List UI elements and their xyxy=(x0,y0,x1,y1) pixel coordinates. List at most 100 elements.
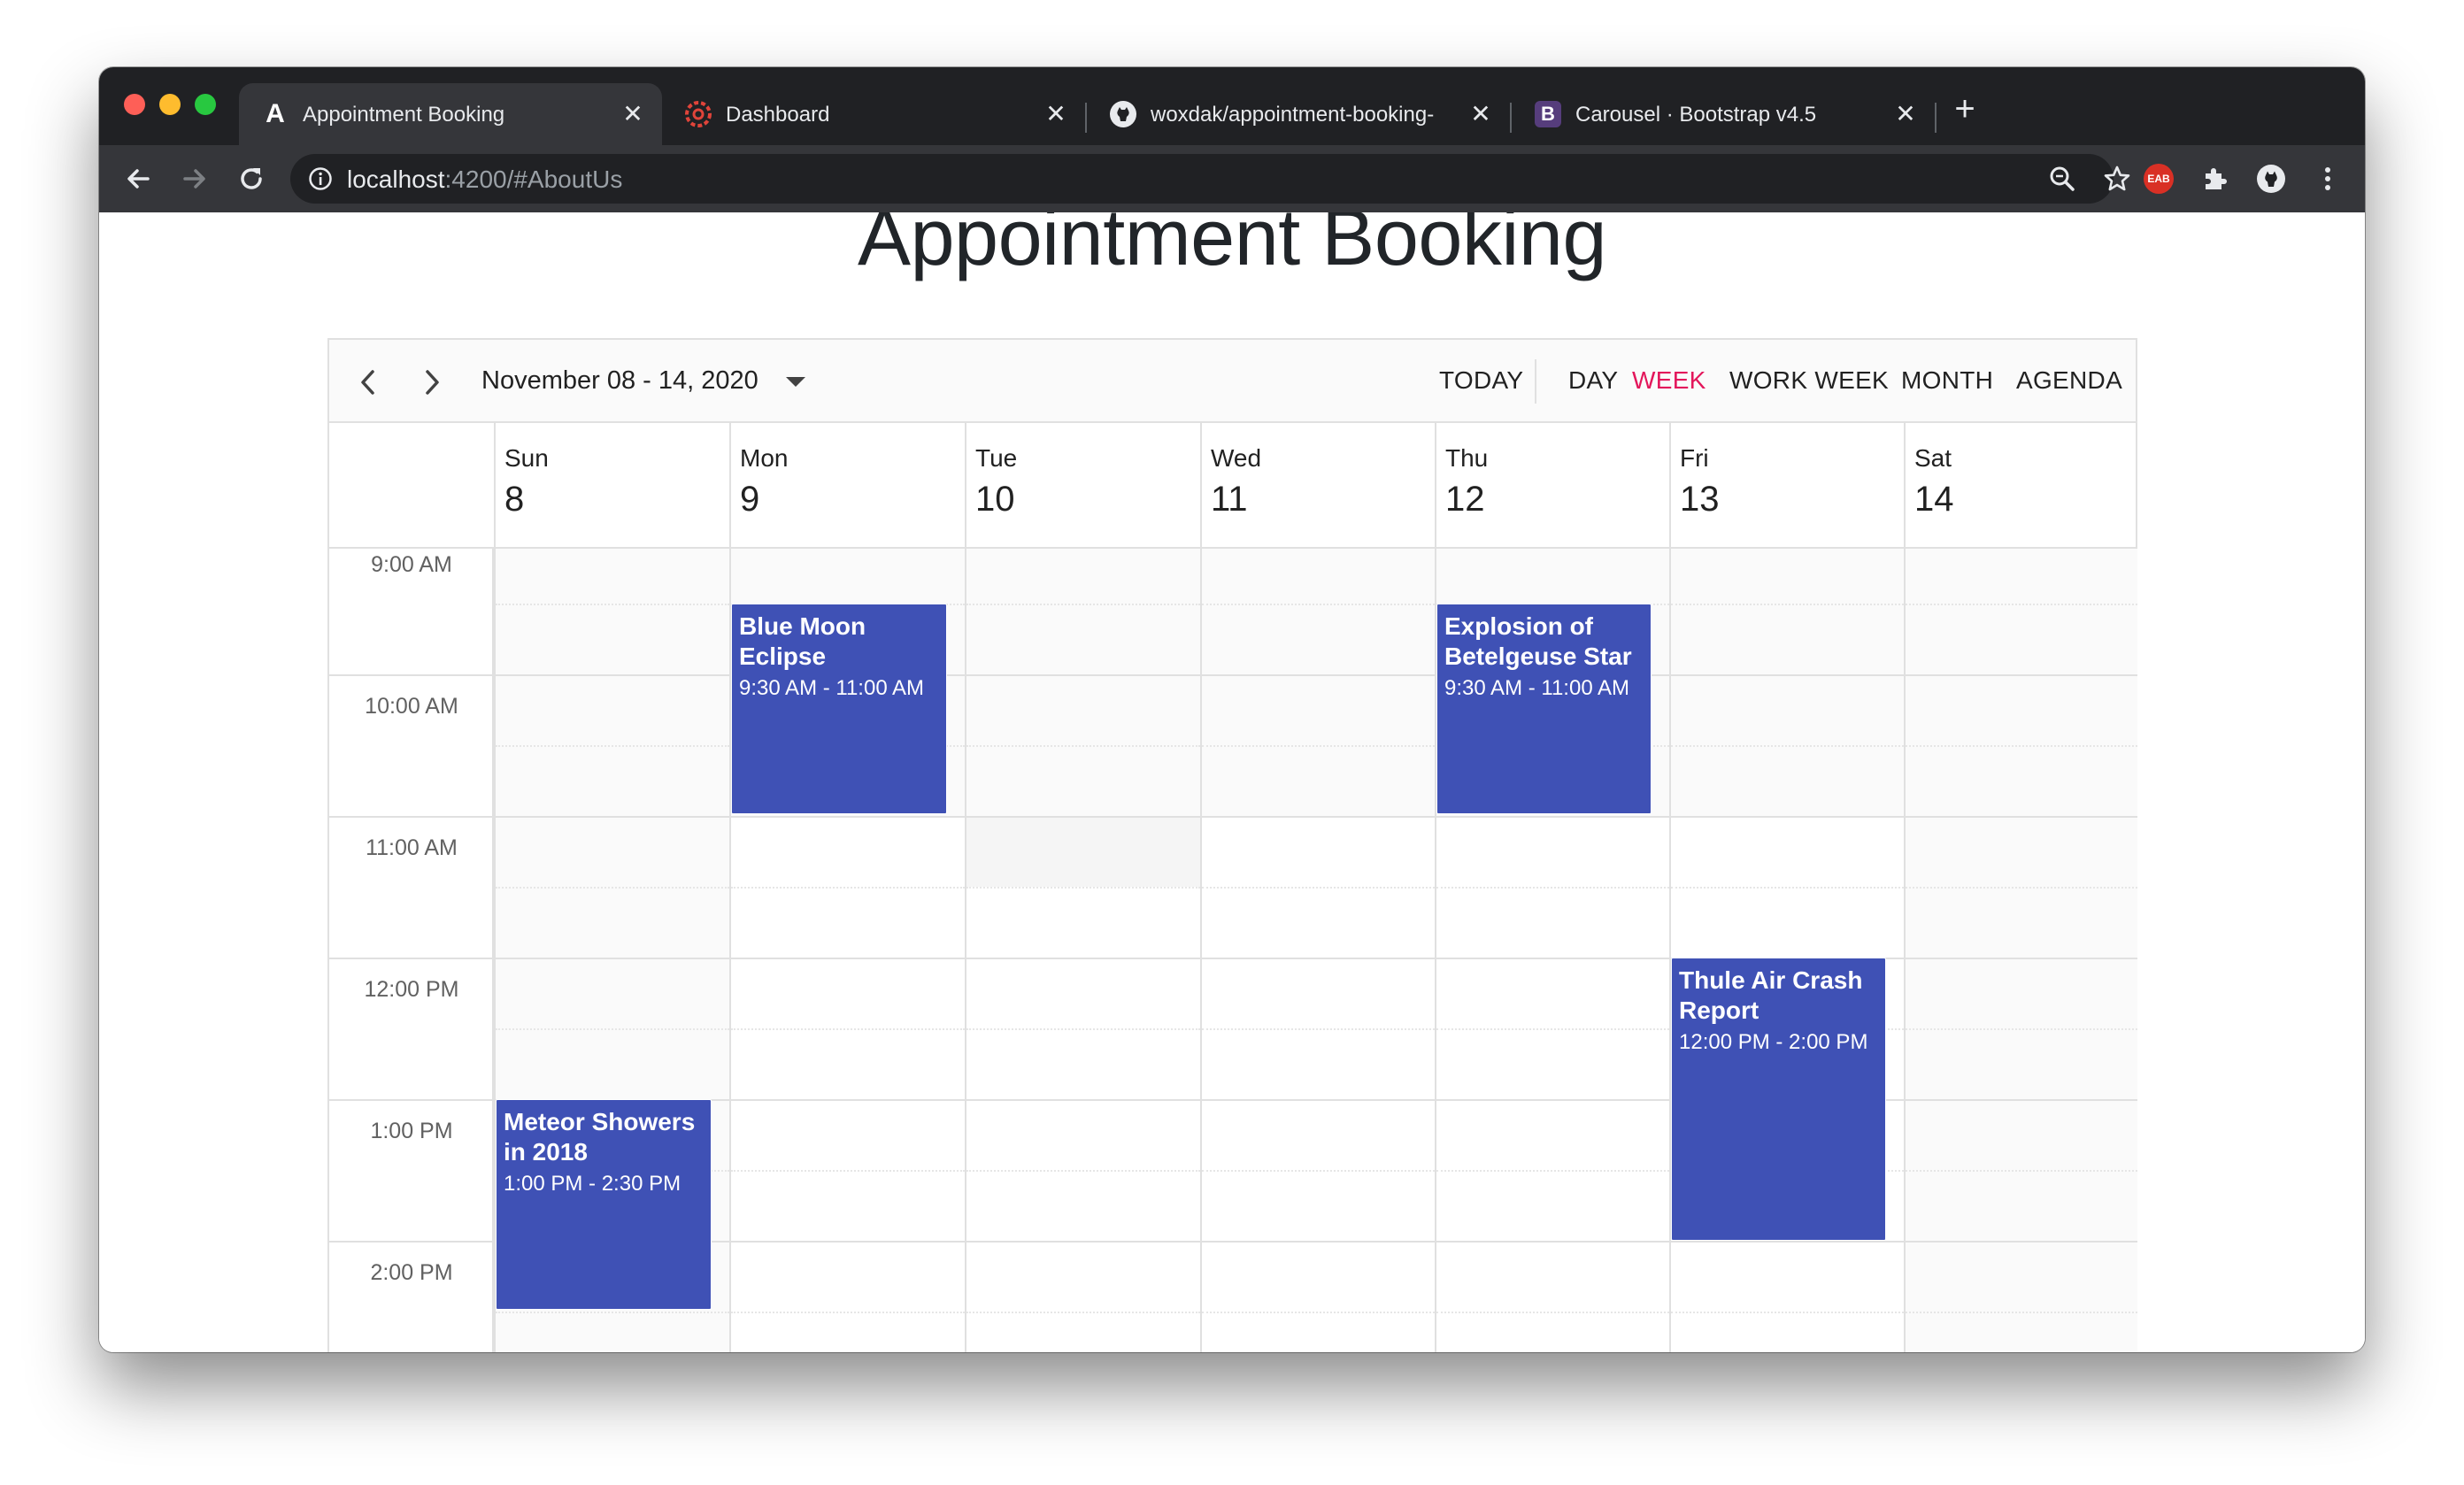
time-label: 12:00 PM xyxy=(364,977,459,1002)
event-thule-air-crash-report[interactable]: Thule Air Crash Report 12:00 PM - 2:00 P… xyxy=(1671,958,1886,1241)
event-title: Meteor Showers in 2018 xyxy=(504,1108,696,1166)
day-column-tue[interactable] xyxy=(965,549,1200,1352)
half-hour-line xyxy=(731,1028,965,1030)
day-name: Sat xyxy=(1914,444,1952,472)
more-menu-icon[interactable] xyxy=(2312,163,2344,195)
hour-line xyxy=(1436,1241,1669,1243)
url-host: localhost xyxy=(347,165,445,193)
close-tab-button[interactable]: ✕ xyxy=(1043,101,1069,127)
url-text[interactable]: localhost:4200/#AboutUs xyxy=(347,165,622,194)
tab-title: Dashboard xyxy=(726,103,830,127)
day-name: Tue xyxy=(975,444,1018,472)
day-column-wed[interactable] xyxy=(1200,549,1435,1352)
day-header-mon[interactable]: Mon 9 xyxy=(729,423,965,547)
day-header-sun[interactable]: Sun 8 xyxy=(494,423,729,547)
hour-line xyxy=(731,1099,965,1101)
tab-separator xyxy=(1935,103,1937,133)
date-range-picker[interactable]: November 08 - 14, 2020 xyxy=(481,366,758,396)
time-label: 1:00 PM xyxy=(370,1119,453,1143)
half-hour-line xyxy=(731,887,965,889)
day-header-wed[interactable]: Wed 11 xyxy=(1200,423,1435,547)
day-header-thu[interactable]: Thu 12 xyxy=(1435,423,1669,547)
address-bar[interactable]: localhost:4200/#AboutUs xyxy=(290,154,2130,204)
day-number[interactable]: 9 xyxy=(740,480,759,519)
minimize-window-button[interactable] xyxy=(159,94,181,115)
tab-dashboard[interactable]: Dashboard ✕ xyxy=(662,83,1085,145)
day-column-sat[interactable] xyxy=(1904,549,2137,1352)
day-view-button[interactable]: DAY xyxy=(1568,366,1618,395)
close-tab-button[interactable]: ✕ xyxy=(620,101,646,127)
month-view-button[interactable]: MONTH xyxy=(1901,366,1993,395)
day-number[interactable]: 11 xyxy=(1211,480,1248,519)
scheduler-toolbar: November 08 - 14, 2020 TODAY DAY WEEK WO… xyxy=(329,340,2136,423)
event-meteor-showers-in-2018[interactable]: Meteor Showers in 2018 1:00 PM - 2:30 PM xyxy=(496,1099,712,1310)
tab-appointment-booking[interactable]: A Appointment Booking ✕ xyxy=(239,83,662,145)
zoom-icon[interactable] xyxy=(2046,163,2078,195)
half-hour-line xyxy=(966,1170,1200,1172)
chevron-right-icon[interactable] xyxy=(414,365,450,400)
time-label: 2:00 PM xyxy=(370,1260,453,1285)
close-window-button[interactable] xyxy=(124,94,145,115)
event-title: Blue Moon Eclipse xyxy=(739,612,866,670)
day-number[interactable]: 14 xyxy=(1914,480,1954,519)
extensions-puzzle-icon[interactable] xyxy=(2198,163,2230,195)
day-number[interactable]: 10 xyxy=(975,480,1015,519)
hour-line xyxy=(496,958,729,959)
new-tab-button[interactable]: + xyxy=(1947,91,1983,127)
day-number[interactable]: 8 xyxy=(504,480,524,519)
off-hours-block xyxy=(966,549,1200,816)
day-name: Wed xyxy=(1211,444,1262,472)
tab-bootstrap[interactable]: B Carousel · Bootstrap v4.5 ✕ xyxy=(1512,83,1935,145)
time-divider xyxy=(329,816,494,818)
day-header-fri[interactable]: Fri 13 xyxy=(1669,423,1904,547)
work-week-view-button[interactable]: WORK WEEK xyxy=(1729,366,1889,395)
hour-line xyxy=(1436,816,1669,818)
github-extension-icon[interactable] xyxy=(2255,163,2287,195)
extension-eab-icon[interactable]: EAB xyxy=(2143,163,2175,195)
event-time: 9:30 AM - 11:00 AM xyxy=(739,676,925,700)
reload-icon[interactable] xyxy=(235,163,267,195)
week-view-button[interactable]: WEEK xyxy=(1632,366,1706,395)
back-arrow-icon[interactable] xyxy=(122,163,154,195)
half-hour-line xyxy=(1436,887,1669,889)
today-button[interactable]: TODAY xyxy=(1439,366,1523,395)
selected-time-slot[interactable] xyxy=(966,818,1200,887)
info-icon[interactable] xyxy=(308,166,333,191)
time-divider xyxy=(329,1241,494,1243)
agenda-view-button[interactable]: AGENDA xyxy=(2016,366,2122,395)
day-number[interactable]: 13 xyxy=(1680,480,1720,519)
tab-title: Carousel · Bootstrap v4.5 xyxy=(1575,103,1817,127)
day-name: Sun xyxy=(504,444,549,472)
hour-line xyxy=(966,958,1200,959)
half-hour-line xyxy=(1671,887,1904,889)
tab-github[interactable]: woxdak/appointment-booking- ✕ xyxy=(1087,83,1510,145)
half-hour-line xyxy=(496,1028,729,1030)
close-tab-button[interactable]: ✕ xyxy=(1892,101,1919,127)
url-path: :4200/#AboutUs xyxy=(444,165,623,193)
half-hour-line xyxy=(496,887,729,889)
half-hour-line xyxy=(731,1312,965,1313)
caret-down-icon[interactable] xyxy=(786,377,805,387)
day-header-tue[interactable]: Tue 10 xyxy=(965,423,1200,547)
chevron-left-icon[interactable] xyxy=(350,365,386,400)
maximize-window-button[interactable] xyxy=(195,94,216,115)
hour-line xyxy=(1436,958,1669,959)
event-time: 1:00 PM - 2:30 PM xyxy=(504,1172,681,1196)
half-hour-line xyxy=(966,745,1200,747)
page-title: Appointment Booking xyxy=(857,212,1607,282)
forward-arrow-icon[interactable] xyxy=(179,163,211,195)
hour-line xyxy=(731,1241,965,1243)
day-header-sat[interactable]: Sat 14 xyxy=(1904,423,2137,547)
event-blue-moon-eclipse[interactable]: Blue Moon Eclipse 9:30 AM - 11:00 AM xyxy=(731,604,947,814)
hour-line xyxy=(966,674,1200,676)
bookmark-star-icon[interactable] xyxy=(2101,163,2133,195)
day-number[interactable]: 12 xyxy=(1445,480,1485,519)
browser-titlebar: A Appointment Booking ✕ Dashboard ✕ woxd… xyxy=(99,67,2365,145)
close-tab-button[interactable]: ✕ xyxy=(1467,101,1494,127)
half-hour-line xyxy=(1671,745,1904,747)
angular-icon: A xyxy=(266,99,285,128)
event-explosion-of-betelgeuse-star[interactable]: Explosion of Betelgeuse Star 9:30 AM - 1… xyxy=(1436,604,1652,814)
half-hour-line xyxy=(1906,1028,2137,1030)
half-hour-line xyxy=(1906,887,2137,889)
half-hour-line xyxy=(496,745,729,747)
